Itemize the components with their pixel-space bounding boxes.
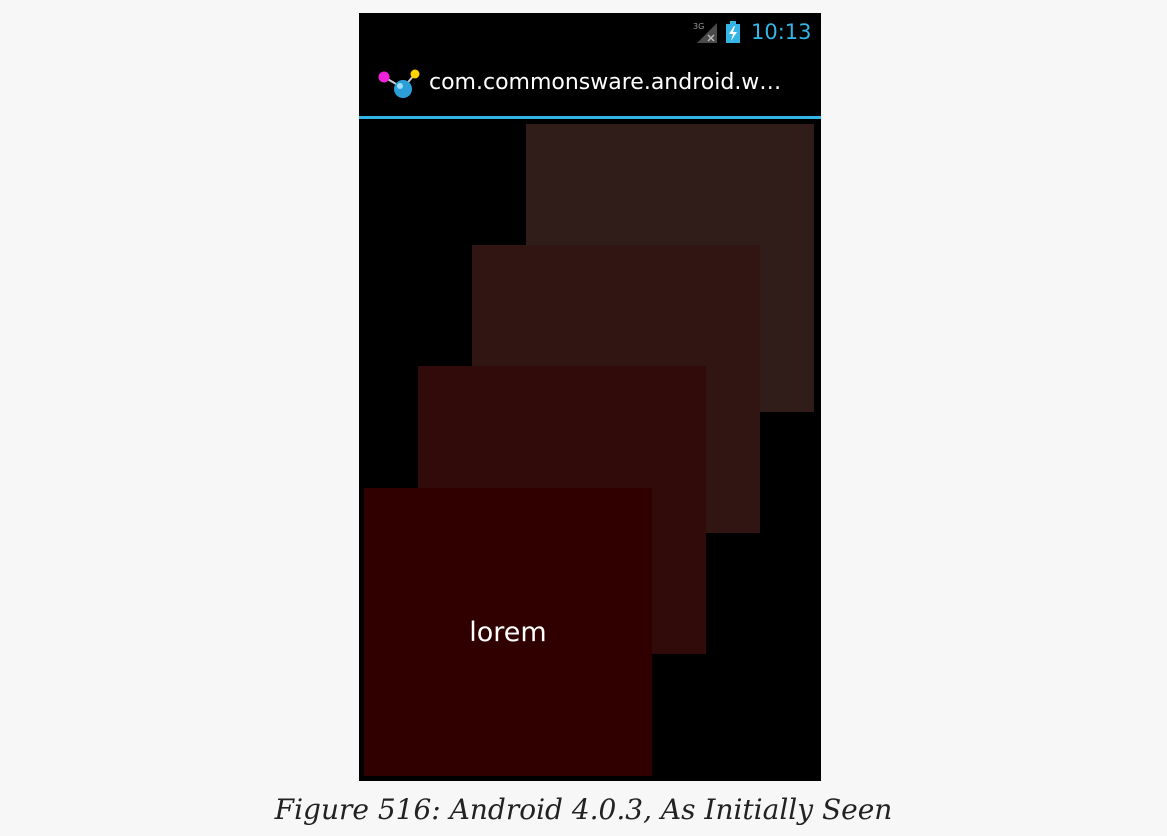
- svg-text:3G: 3G: [693, 22, 704, 31]
- status-bar: 3G 10:13: [359, 13, 821, 50]
- phone-screen: 3G 10:13 com.commonsware.android.w… lore…: [359, 13, 821, 781]
- battery-charging-icon: [726, 21, 740, 43]
- signal-3g-icon: 3G: [693, 22, 717, 43]
- status-clock: 10:13: [751, 20, 812, 44]
- card-4-front[interactable]: lorem: [364, 488, 652, 776]
- action-bar: com.commonsware.android.w…: [359, 50, 821, 116]
- app-molecule-icon[interactable]: [377, 67, 423, 101]
- stacked-cards-area: lorem: [359, 119, 821, 781]
- figure-page: 3G 10:13 com.commonsware.android.w… lore…: [0, 0, 1167, 836]
- card-label: lorem: [469, 617, 547, 648]
- app-title: com.commonsware.android.w…: [429, 70, 782, 95]
- figure-caption: Figure 516: Android 4.0.3, As Initially …: [274, 793, 893, 826]
